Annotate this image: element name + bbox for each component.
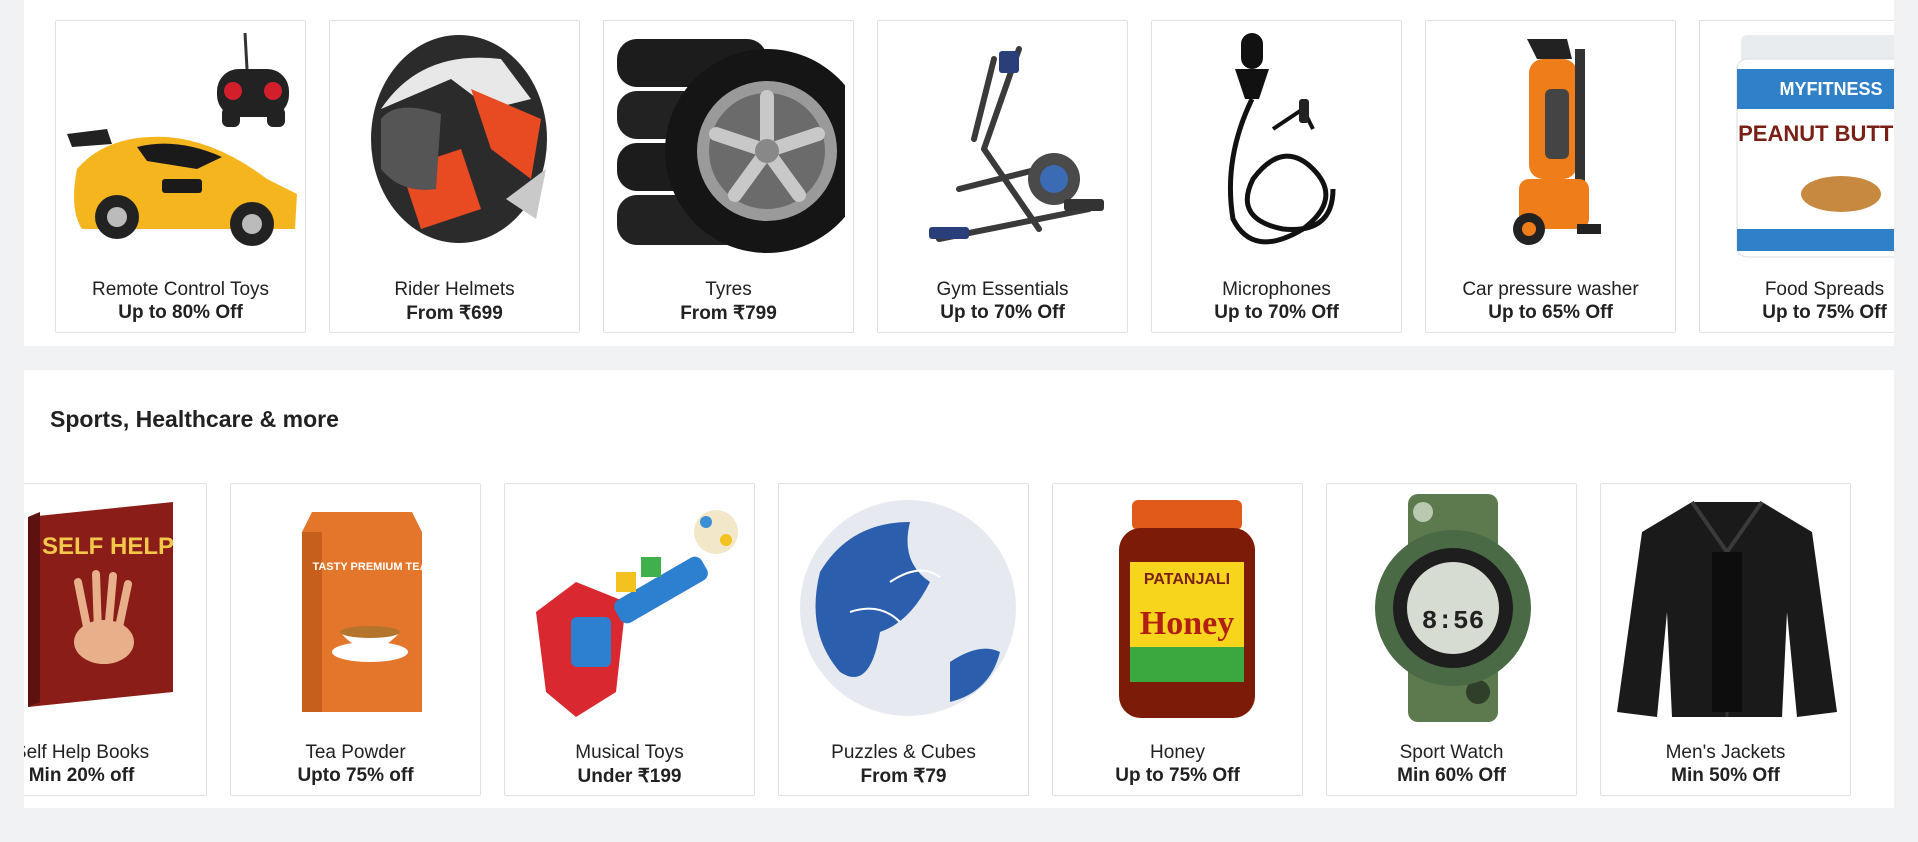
globe-puzzle-icon [787,490,1022,726]
category-name: Gym Essentials [936,279,1069,300]
honey-brand-text: PATANJALI [1143,571,1229,588]
section-title: Sports, Healthcare & more [50,406,339,432]
book-icon: SELF HELP [24,490,200,726]
category-card-gym-essentials[interactable]: Gym Essentials Up to 70% Off [877,20,1128,333]
category-name: Self Help Books [24,742,150,763]
sport-watch-icon: 8:56 [1335,490,1570,726]
category-name: Puzzles & Cubes [831,742,976,763]
category-name: Sport Watch [1399,742,1504,763]
top-categories-row: Remote Control Toys Up to 80% Off Rider … [55,20,1894,333]
category-name: Tea Powder [305,742,406,763]
category-name: Tyres [705,279,752,300]
leather-jacket-icon [1609,490,1844,726]
lapel-microphone-icon [1160,27,1395,263]
tyre-icon [612,27,847,263]
category-card-puzzles-cubes[interactable]: Puzzles & Cubes From ₹79 [778,483,1029,796]
category-name: Rider Helmets [394,279,515,300]
jar-product-text: PEANUT BUTTER [1738,121,1894,146]
category-name: Food Spreads [1764,279,1885,300]
category-offer: Up to 75% Off [1762,302,1887,323]
category-name: Car pressure washer [1462,279,1639,300]
watch-time-text: 8:56 [1421,606,1483,636]
category-offer: Min 20% off [28,765,135,786]
sports-healthcare-section: Sports, Healthcare & more SELF HELP Self… [24,370,1894,808]
category-name: Remote Control Toys [91,279,270,300]
category-name: Microphones [1222,279,1331,300]
honey-product-text: Honey [1139,605,1233,642]
book-title-text: SELF HELP [41,533,173,560]
category-offer: Up to 75% Off [1115,765,1240,786]
category-offer: Min 50% Off [1671,765,1780,786]
category-offer: Under ₹199 [577,766,682,787]
jar-brand-text: MYFITNESS [1779,79,1882,99]
category-offer: From ₹79 [860,766,947,787]
category-name: Men's Jackets [1665,742,1786,763]
category-offer: Min 60% Off [1397,765,1506,786]
category-card-honey[interactable]: PATANJALI Honey Honey Up to 75% Off [1052,483,1303,796]
top-categories-section: Remote Control Toys Up to 80% Off Rider … [24,0,1894,346]
category-offer: Upto 75% off [297,765,414,786]
category-card-tea-powder[interactable]: TASTY PREMIUM TEA Tea Powder Upto 75% of… [230,483,481,796]
rc-car-icon [64,27,299,263]
category-card-musical-toys[interactable]: Musical Toys Under ₹199 [504,483,755,796]
peanut-butter-jar-icon: MYFITNESS PEANUT BUTTER [1708,27,1894,263]
category-card-sport-watch[interactable]: 8:56 Sport Watch Min 60% Off [1326,483,1577,796]
category-offer: Up to 70% Off [1214,302,1339,323]
category-card-mens-jackets[interactable]: Men's Jackets Min 50% Off [1600,483,1851,796]
category-offer: From ₹699 [406,303,503,324]
pressure-washer-icon [1434,27,1669,263]
category-offer: Up to 70% Off [940,302,1065,323]
category-name: Musical Toys [575,742,684,763]
category-card-remote-control-toys[interactable]: Remote Control Toys Up to 80% Off [55,20,306,333]
category-card-tyres[interactable]: Tyres From ₹799 [603,20,854,333]
honey-jar-icon: PATANJALI Honey [1061,490,1296,726]
sports-categories-row: SELF HELP Self Help Books Min 20% off TA… [24,483,1851,796]
category-card-self-help-books[interactable]: SELF HELP Self Help Books Min 20% off [24,483,207,796]
tea-label-text: TASTY PREMIUM TEA [312,561,427,573]
category-card-microphones[interactable]: Microphones Up to 70% Off [1151,20,1402,333]
category-offer: Up to 80% Off [118,302,243,323]
category-offer: Up to 65% Off [1488,302,1613,323]
tea-pack-icon: TASTY PREMIUM TEA [239,490,474,726]
elliptical-trainer-icon [886,27,1121,263]
category-card-car-pressure-washer[interactable]: Car pressure washer Up to 65% Off [1425,20,1676,333]
helmet-icon [338,27,573,263]
toy-guitar-icon [513,490,748,726]
category-name: Honey [1150,742,1205,763]
category-card-rider-helmets[interactable]: Rider Helmets From ₹699 [329,20,580,333]
category-offer: From ₹799 [680,303,777,324]
category-card-food-spreads[interactable]: MYFITNESS PEANUT BUTTER Food Spreads Up … [1699,20,1894,333]
